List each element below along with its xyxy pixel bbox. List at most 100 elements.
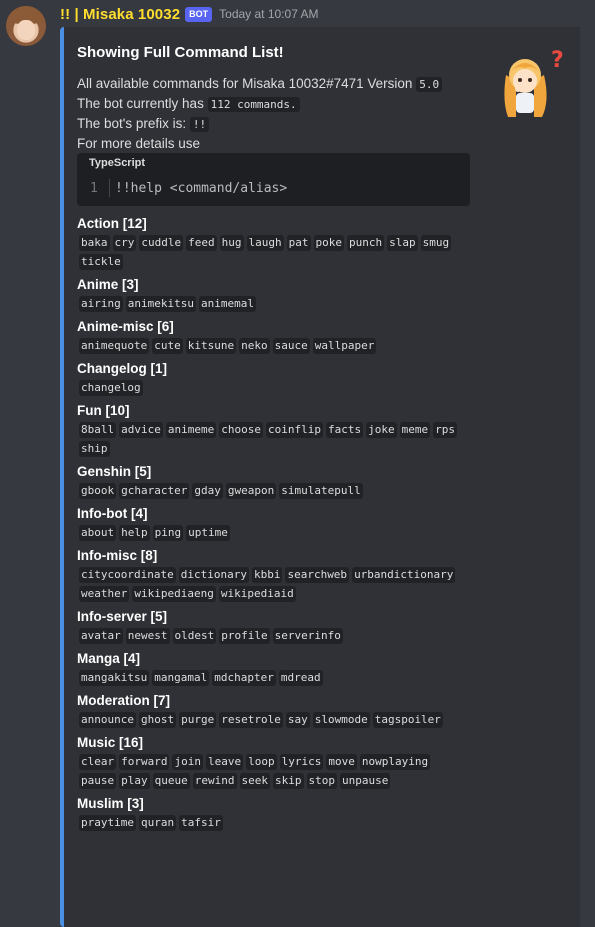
command-tag: oldest (172, 628, 217, 644)
category-name: Manga [4] (77, 651, 141, 666)
command-category: Action [12] baka cry cuddle feed hug laugh pat p… (77, 214, 462, 270)
category-name: Genshin [5] (77, 464, 152, 479)
command-tag: advice (119, 422, 163, 438)
command-tag: loop (246, 754, 277, 770)
prefix-code: !! (189, 117, 210, 132)
command-list: avatar newest oldest profile serverinfo (79, 628, 462, 644)
desc-line-count: The bot currently has 112 commands. (77, 94, 442, 114)
bot-tag: BOT (185, 6, 213, 22)
command-tag: uptime (186, 525, 230, 541)
command-tag: gcharacter (119, 483, 190, 499)
command-tag: say (285, 712, 310, 728)
avatar-face (17, 20, 35, 40)
command-tag: slap (387, 235, 418, 251)
command-tag: rps (433, 422, 457, 438)
command-tag: 8ball (79, 422, 117, 438)
command-tag: gweapon (225, 483, 277, 499)
command-tag: mdread (278, 670, 323, 686)
command-tag: smug (420, 235, 452, 251)
command-tag: queue (152, 773, 190, 789)
command-tag: unpause (340, 773, 391, 789)
desc-line-version: All available commands for Misaka 10032#… (77, 74, 443, 94)
category-name: Info-misc [8] (77, 548, 158, 563)
command-tag: newest (125, 628, 170, 644)
command-tag: hug (219, 235, 244, 251)
command-tag: mangamal (152, 670, 210, 686)
command-list: 8ball advice animeme choose coinflip facts jok… (79, 422, 462, 457)
command-tag: feed (186, 235, 217, 251)
desc-line-details: For more details use (77, 136, 201, 151)
command-category: Fun [10] 8ball advice animeme choose coinflip… (77, 401, 462, 457)
command-tag: cry (112, 235, 137, 251)
command-tag: ping (152, 525, 184, 541)
command-tag: choose (219, 422, 263, 438)
category-name: Info-server [5] (77, 609, 168, 624)
command-list: gbook gcharacter gday gweapon simulatepull (79, 483, 462, 499)
command-tag: stop (306, 773, 337, 789)
command-tag: simulatepull (279, 483, 363, 499)
category-name: Music [16] (77, 735, 144, 750)
category-name: Fun [10] (77, 403, 130, 418)
command-tag: profile (219, 628, 270, 644)
command-tag: coinflip (265, 422, 323, 438)
command-tag: help (119, 525, 150, 541)
command-category: Info-bot [4] about help ping uptime (77, 504, 462, 541)
command-tag: move (326, 754, 357, 770)
command-tag: laugh (246, 235, 284, 251)
code-line-number: 1 (90, 181, 98, 196)
command-tag: animemal (198, 296, 256, 312)
command-tag: tickle (79, 254, 123, 270)
user-avatar[interactable] (6, 6, 46, 46)
command-tag: gbook (79, 483, 117, 499)
category-name: Changelog [1] (77, 361, 167, 376)
code-block[interactable]: TypeScript 1 !!help <command/alias> (77, 153, 470, 206)
commands-count-code: 112 commands. (207, 97, 300, 112)
command-list: airing animekitsu animemal (79, 296, 462, 312)
command-list: changelog (79, 380, 462, 396)
embed-description: All available commands for Misaka 10032#… (77, 74, 443, 153)
command-tag: changelog (79, 380, 143, 396)
command-category: Music [16] clear forward join leave loop lyric… (77, 733, 462, 789)
command-category: Manga [4] mangakitsu mangamal mdchapter mdre… (77, 649, 462, 686)
command-tag: searchweb (285, 567, 350, 583)
command-tag: wikipediaeng (132, 586, 216, 602)
category-name: Moderation [7] (77, 693, 170, 708)
command-tag: lyrics (279, 754, 324, 770)
command-tag: purge (179, 712, 217, 728)
command-tag: neko (239, 338, 270, 354)
anime-girl-thinking-icon (504, 59, 547, 117)
command-tag: praytime (79, 815, 136, 831)
command-tag: skip (273, 773, 304, 789)
command-tag: kbbi (251, 567, 283, 583)
command-tag: join (172, 754, 203, 770)
command-tag: mdchapter (212, 670, 276, 686)
command-tag: punch (347, 235, 385, 251)
command-tag: cuddle (139, 235, 184, 251)
message-header: !! | Misaka 10032 BOT Today at 10:07 AM (60, 5, 319, 23)
command-tag: cute (152, 338, 183, 354)
command-tag: poke (313, 235, 344, 251)
command-list: mangakitsu mangamal mdchapter mdread (79, 670, 462, 686)
command-fields: Action [12] baka cry cuddle feed hug laugh pat p… (77, 214, 462, 836)
command-tag: animeme (165, 422, 217, 438)
timestamp[interactable]: Today at 10:07 AM (219, 7, 318, 21)
command-tag: kitsune (185, 338, 237, 354)
command-tag: wikipediaid (218, 586, 296, 602)
embed: Showing Full Command List! All available… (60, 27, 580, 927)
command-category: Info-server [5] avatar newest oldest profile… (77, 607, 462, 644)
command-tag: sauce (272, 338, 310, 354)
command-tag: weather (79, 586, 130, 602)
code-line: !!help <command/alias> (115, 181, 288, 196)
desc-version-text: All available commands for Misaka 10032#… (77, 76, 417, 91)
embed-thumbnail[interactable]: ? (486, 41, 570, 125)
command-tag: baka (79, 235, 110, 251)
command-tag: play (119, 773, 150, 789)
command-tag: pause (79, 773, 117, 789)
command-tag: urbandictionary (352, 567, 456, 583)
category-name: Info-bot [4] (77, 506, 148, 521)
command-list: citycoordinate dictionary kbbi searchweb urb… (79, 567, 462, 602)
command-tag: wallpaper (312, 338, 377, 354)
desc-count-text: The bot currently has (77, 96, 208, 111)
command-tag: rewind (192, 773, 237, 789)
username[interactable]: !! | Misaka 10032 (60, 6, 180, 23)
